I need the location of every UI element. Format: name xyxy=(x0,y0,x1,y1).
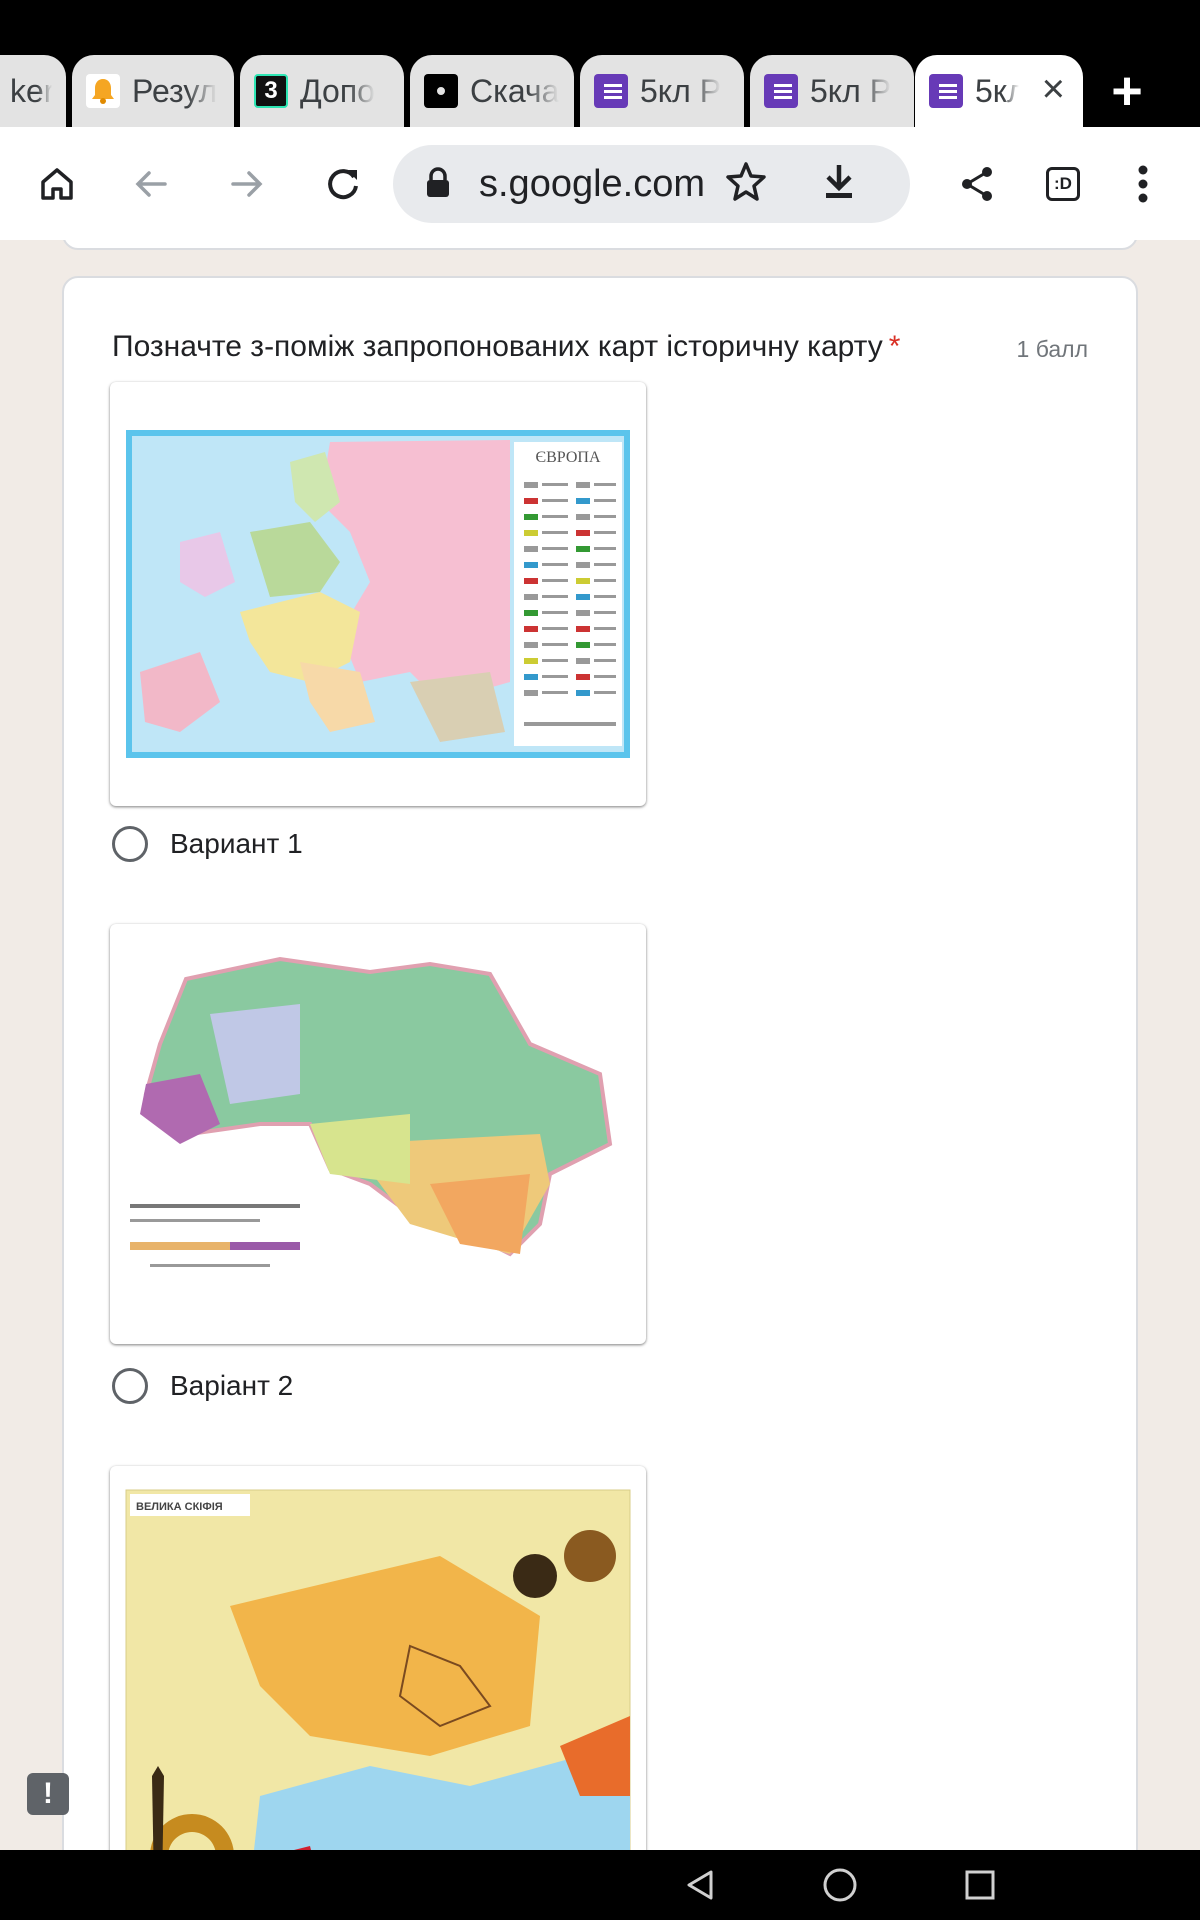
option-label: Вариант 1 xyxy=(170,828,303,859)
forward-icon[interactable] xyxy=(212,149,282,219)
browser-tab-active[interactable]: 5кл × xyxy=(915,55,1083,127)
tab-title: Скача xyxy=(470,72,560,109)
back-icon[interactable] xyxy=(116,149,186,219)
tab-title: ker xyxy=(10,72,52,109)
url-text: s.google.com xyxy=(479,163,706,205)
radio-button[interactable] xyxy=(112,1368,148,1404)
tab-strip: ker Резул 3 Допо Скача 5кл Р 5кл Р 5кл ×… xyxy=(0,0,1200,127)
close-tab-icon[interactable]: × xyxy=(1042,69,1065,109)
tab-switcher-icon[interactable]: :D xyxy=(1028,149,1098,219)
tab-switcher-label: :D xyxy=(1046,167,1080,201)
question-title: Позначте з-поміж запропонованих карт іст… xyxy=(112,330,900,364)
download-icon[interactable] xyxy=(816,159,862,210)
bell-icon xyxy=(86,74,120,108)
option-2[interactable]: Варіант 2 xyxy=(112,1368,293,1404)
form-page: Позначте з-поміж запропонованих карт іст… xyxy=(0,240,1200,1850)
tab-title: 5кл xyxy=(975,72,1019,109)
option-label: Варіант 2 xyxy=(170,1370,294,1401)
option-2-image xyxy=(110,924,646,1344)
browser-tab-5[interactable]: 5кл Р xyxy=(580,55,744,127)
home-circle-icon[interactable] xyxy=(815,1860,865,1910)
browser-tab-6[interactable]: 5кл Р xyxy=(750,55,914,127)
tab-title: 5кл Р xyxy=(640,72,722,109)
browser-tab-1[interactable]: ker xyxy=(0,55,66,127)
radio-button[interactable] xyxy=(112,826,148,862)
omnibox[interactable]: s.google.com xyxy=(393,145,910,223)
question-text: Позначте з-поміж запропонованих карт іст… xyxy=(112,330,883,363)
feedback-icon[interactable]: ! xyxy=(27,1773,69,1815)
option-1[interactable]: Вариант 1 xyxy=(112,826,303,862)
required-asterisk: * xyxy=(888,330,901,363)
back-triangle-icon[interactable] xyxy=(675,1860,725,1910)
star-icon[interactable] xyxy=(723,159,769,210)
google-forms-icon xyxy=(764,74,798,108)
map-title: ВЕЛИКА СКІФІЯ xyxy=(136,1501,223,1513)
browser-tab-3[interactable]: 3 Допо xyxy=(240,55,404,127)
tab-title: 5кл Р xyxy=(810,72,892,109)
historical-map-great-scythia: ВЕЛИКА СКІФІЯ xyxy=(125,1489,631,1850)
reload-icon[interactable] xyxy=(308,149,378,219)
home-icon[interactable] xyxy=(22,149,92,219)
more-vert-icon[interactable] xyxy=(1108,149,1178,219)
option-1-image: ЄВРОПА xyxy=(110,382,646,806)
lock-icon xyxy=(425,167,451,204)
share-icon[interactable] xyxy=(942,149,1012,219)
chrome-icon xyxy=(424,74,458,108)
map-title: ЄВРОПА xyxy=(536,449,601,466)
political-map-of-europe: ЄВРОПА xyxy=(126,430,630,758)
points-label: 1 балл xyxy=(1016,336,1088,362)
google-forms-icon xyxy=(594,74,628,108)
browser-tab-2[interactable]: Резул xyxy=(72,55,234,127)
google-forms-icon xyxy=(929,74,963,108)
recents-square-icon[interactable] xyxy=(955,1860,1005,1910)
previous-question-card xyxy=(62,240,1138,250)
question-card: Позначте з-поміж запропонованих карт іст… xyxy=(62,276,1138,1850)
tab-title: Резул xyxy=(132,72,218,109)
plus-icon[interactable]: + xyxy=(1102,64,1152,118)
option-3-image: ВЕЛИКА СКІФІЯ xyxy=(110,1466,646,1850)
tab-title: Допо xyxy=(300,72,375,109)
climate-map-of-ukraine xyxy=(130,956,613,1267)
browser-tab-4[interactable]: Скача xyxy=(410,55,574,127)
android-nav-bar xyxy=(0,1850,1200,1920)
three-icon: 3 xyxy=(254,74,288,108)
